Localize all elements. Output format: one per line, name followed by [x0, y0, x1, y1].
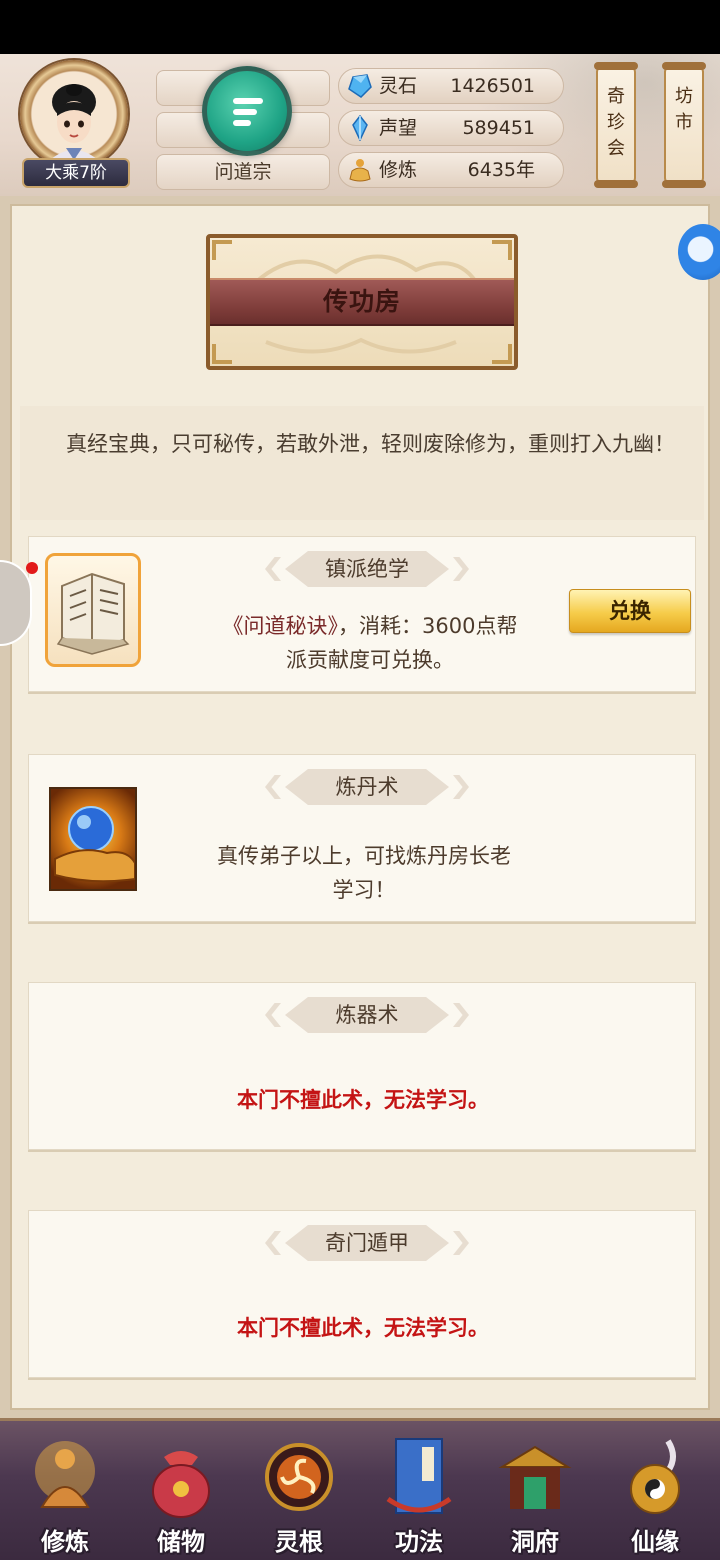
treasure-pavilion-char-1: 奇 — [607, 86, 625, 107]
market-char-1: 坊 — [675, 86, 693, 107]
nav-immortal-fate[interactable]: 仙缘 — [600, 1429, 710, 1560]
skill-title-qimen: 奇门遁甲 — [325, 1231, 409, 1255]
skill-desc-alchemy: 真传弟子以上，可找炼丹房长老 学习！ — [179, 839, 549, 907]
immortal-fate-icon — [630, 1439, 680, 1514]
skill-card-qimen: 奇门遁甲 本门不擅此术，无法学习。 — [28, 1210, 696, 1378]
treasure-pavilion-button[interactable]: 奇 珍 会 — [594, 62, 638, 188]
technique-book-icon — [386, 1438, 452, 1514]
market-button[interactable]: 坊 市 — [662, 62, 706, 188]
storage-bag-icon — [152, 1451, 210, 1518]
cultivation-label: 修炼 — [379, 159, 418, 181]
skill-desc-alchemy-line2: 学习！ — [332, 878, 396, 902]
nav-spirit-root[interactable]: 灵根 — [244, 1429, 354, 1560]
treasure-pavilion-char-2: 珍 — [607, 112, 625, 133]
nav-storage[interactable]: 储物 — [126, 1429, 236, 1560]
skill-warning-refining: 本门不擅此术，无法学习。 — [237, 1088, 489, 1112]
nav-cultivate[interactable]: 修炼 — [10, 1429, 120, 1560]
meditation-icon — [349, 159, 371, 182]
book-name: 《问道秘诀》 — [222, 614, 339, 638]
nav-storage-label: 储物 — [157, 1528, 205, 1556]
page-title: 传功房 — [322, 287, 401, 316]
top-header: 大乘7阶 真 问道宗 灵石 1426501 声望 589451 修炼 6435年… — [0, 54, 720, 196]
technique-book-item[interactable] — [45, 553, 141, 667]
skill-title-ribbon: 炼丹术 — [265, 769, 449, 805]
intro-box: 真经宝典，只可秘传，若敢外泄，轻则废除修为，重则打入九幽！ — [20, 406, 704, 520]
player-rank-badge: 大乘7阶 — [22, 158, 130, 188]
glowing-orb-hand-icon — [54, 806, 135, 883]
skill-warning-qimen: 本门不擅此术，无法学习。 — [237, 1316, 489, 1340]
skill-title-refining: 炼器术 — [335, 1003, 399, 1027]
page-title-frame: 传功房 — [206, 234, 518, 370]
alchemy-orb-item[interactable] — [49, 787, 137, 891]
prestige-crystal-icon — [352, 115, 368, 141]
nav-immortal-fate-label: 仙缘 — [631, 1528, 679, 1556]
nav-technique[interactable]: 功法 — [364, 1429, 474, 1560]
cave-dwelling-icon — [498, 1445, 572, 1509]
intro-text: 真经宝典，只可秘传，若敢外泄，轻则废除修为，重则打入九幽！ — [66, 432, 675, 456]
skill-card-refining: 炼器术 本门不擅此术，无法学习。 — [28, 982, 696, 1150]
spirit-stone-stat: 灵石 1426501 — [338, 68, 564, 104]
exchange-button[interactable]: 兑换 — [569, 589, 691, 633]
prestige-label: 声望 — [379, 117, 418, 139]
spirit-root-icon — [265, 1443, 333, 1511]
skill-title-ribbon: 奇门遁甲 — [265, 1225, 449, 1261]
spirit-stone-label: 灵石 — [379, 75, 418, 97]
skill-card-alchemy: 炼丹术 真传弟子以上，可找炼丹房长老 学习！ — [28, 754, 696, 922]
cultivation-stat: 修炼 6435年 — [338, 152, 564, 188]
cultivation-value: 6435年 — [467, 159, 535, 181]
skill-desc-line1-rest: ，消耗：3600点帮 — [338, 614, 518, 638]
cultivate-icon — [35, 1441, 95, 1508]
prestige-value: 589451 — [462, 117, 535, 139]
nav-technique-label: 功法 — [395, 1528, 443, 1556]
skill-title-sect-secret: 镇派绝学 — [325, 557, 409, 581]
main-panel: 传功房 真经宝典，只可秘传，若敢外泄，轻则废除修为，重则打入九幽！ 镇派绝学 《… — [0, 196, 720, 1418]
nav-spirit-root-label: 灵根 — [275, 1528, 323, 1556]
prestige-stat: 声望 589451 — [338, 110, 564, 146]
spirit-stone-value: 1426501 — [450, 75, 535, 97]
skill-card-sect-secret: 镇派绝学 《问道秘诀》，消耗：3600点帮 派贡献度可兑换。 兑换 — [28, 536, 696, 692]
skill-title-alchemy: 炼丹术 — [335, 775, 399, 799]
skill-title-ribbon: 镇派绝学 — [265, 551, 449, 587]
skill-desc-alchemy-line1: 真传弟子以上，可找炼丹房长老 — [217, 844, 511, 868]
player-sect-text: 问道宗 — [214, 161, 272, 183]
open-book-icon — [56, 572, 130, 655]
market-char-2: 市 — [675, 112, 693, 133]
treasure-pavilion-char-3: 会 — [607, 138, 625, 159]
nav-cultivate-label: 修炼 — [41, 1528, 89, 1556]
avatar-portrait-icon — [50, 84, 98, 160]
notification-dot — [26, 562, 38, 574]
nav-cave[interactable]: 洞府 — [480, 1429, 590, 1560]
nav-cave-label: 洞府 — [511, 1528, 559, 1556]
floating-menu-button[interactable] — [202, 66, 292, 156]
player-avatar[interactable] — [20, 60, 128, 168]
floating-helper-icon[interactable] — [678, 224, 720, 280]
player-sect-plate: 问道宗 — [156, 154, 330, 190]
bottom-navigation: 修炼 储物 灵根 功法 洞府 仙缘 — [0, 1418, 720, 1560]
skill-title-ribbon: 炼器术 — [265, 997, 449, 1033]
spirit-stone-icon — [348, 74, 372, 98]
skill-desc-line2: 派贡献度可兑换。 — [286, 648, 454, 672]
panel-inner: 传功房 真经宝典，只可秘传，若敢外泄，轻则废除修为，重则打入九幽！ 镇派绝学 《… — [10, 204, 710, 1410]
system-status-bar — [0, 0, 720, 54]
skill-desc-sect-secret: 《问道秘诀》，消耗：3600点帮 派贡献度可兑换。 — [185, 609, 555, 677]
